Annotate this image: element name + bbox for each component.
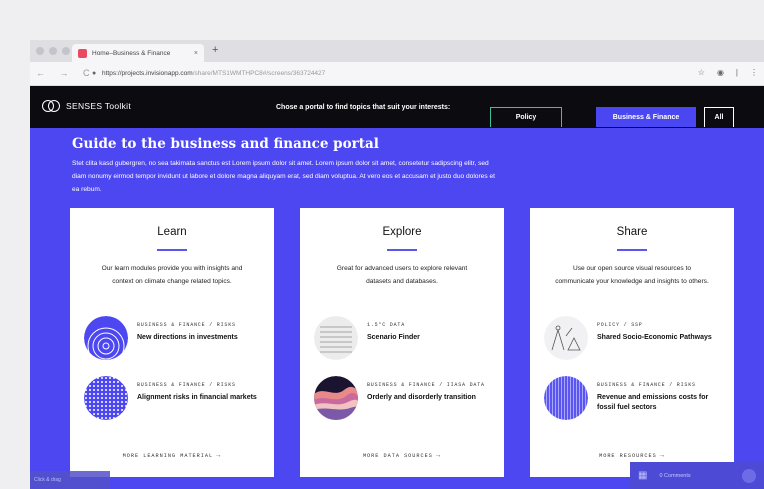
address-bar: ← → C ● https://projects.invisionapp.com… [30,62,764,86]
arrow-right-icon: → [216,452,222,460]
vertical-bars-thumbnail [544,376,588,420]
list-item[interactable]: BUSINESS & FINANCE / RISKS New direction… [84,316,264,362]
tab-title: Home–Business & Finance [92,49,171,57]
browser-toolbar-icons: ☆ ◉ | ⋮ [698,68,758,77]
item-category: BUSINESS & FINANCE / RISKS [137,382,236,388]
intro-text: Stet clita kasd gubergren, no sea takima… [72,160,495,193]
list-item[interactable]: BUSINESS & FINANCE / RISKS Revenue and e… [544,376,724,422]
extension-icon[interactable]: ◉ [717,68,724,77]
arrow-right-icon: → [659,452,665,460]
item-category: 1.5°C DATA [367,322,406,328]
card-description: Our learn modules provide you with insig… [101,265,243,285]
item-category: BUSINESS & FINANCE / IIASA DATA [367,382,485,388]
scenario-table-thumbnail [314,316,358,360]
more-label: MORE DATA SOURCES [362,453,433,459]
more-resources-link[interactable]: MORE RESOURCES → [530,452,734,460]
list-item[interactable]: 1.5°C DATA Scenario Finder [314,316,494,362]
hero-section: Guide to the business and finance portal… [30,128,764,489]
url-field[interactable]: https://projects.invisionapp.com/share/M… [102,70,325,77]
item-name: Shared Socio-Economic Pathways [597,334,712,341]
title-divider [157,249,187,251]
star-icon[interactable]: ☆ [698,68,705,77]
portal-policy-button[interactable]: Policy [490,107,562,127]
senses-logo-icon [42,98,60,114]
item-name: Orderly and disorderly transition [367,394,476,401]
radar-circles-thumbnail [84,316,128,360]
layered-waves-thumbnail [314,376,358,420]
comments-count[interactable]: 0 Comments [659,473,690,479]
url-path: /share/MTS1WMTHPC8#/screens/363724427 [192,70,326,77]
card-title: Share [616,226,648,238]
more-data-link[interactable]: MORE DATA SOURCES → [300,452,504,460]
dot-grid-thumbnail [84,376,128,420]
item-name: Scenario Finder [367,334,420,341]
portal-all-button[interactable]: All [704,107,734,127]
invision-comments-bar: ▦ 0 Comments [630,462,764,489]
logo-text: SENSES Toolkit [66,101,131,111]
item-name: New directions in investments [137,334,238,341]
lock-icon: ● [92,70,97,77]
more-learning-link[interactable]: MORE LEARNING MATERIAL → [70,452,274,460]
navigation-icons[interactable]: ← → C [36,68,96,78]
grid-icon[interactable]: ▦ [638,470,647,481]
browser-tab[interactable]: Home–Business & Finance × [72,44,204,62]
card-description: Great for advanced users to explore rele… [336,265,468,285]
learn-card: Learn Our learn modules provide you with… [70,208,274,477]
page-title: Guide to the business and finance portal [72,136,379,152]
explore-card: Explore Great for advanced users to expl… [300,208,504,477]
title-divider [617,249,647,251]
item-name: Alignment risks in financial markets [137,394,257,401]
more-label: MORE RESOURCES [599,453,657,459]
card-description: Use our open source visual resources to … [555,265,709,285]
list-item[interactable]: BUSINESS & FINANCE / IIASA DATA Orderly … [314,376,494,422]
item-name: Revenue and emissions costs for fossil f… [597,394,709,411]
pathways-illustration-thumbnail [544,316,588,360]
user-avatar-icon[interactable] [742,468,756,483]
browser-window: Home–Business & Finance × + ← → C ● http… [30,40,764,489]
invision-hint-overlay[interactable]: Click & drag [30,471,110,489]
new-tab-icon[interactable]: + [212,44,218,56]
more-label: MORE LEARNING MATERIAL [122,453,214,459]
item-category: BUSINESS & FINANCE / RISKS [597,382,696,388]
list-item[interactable]: POLICY / SSP Shared Socio-Economic Pathw… [544,316,724,362]
senses-logo[interactable]: SENSES Toolkit [42,98,131,114]
card-title: Learn [157,226,187,238]
invision-favicon-icon [78,48,87,58]
item-category: BUSINESS & FINANCE / RISKS [137,322,236,328]
portal-prompt: Chose a portal to find topics that suit … [276,104,451,111]
portal-business-finance-button[interactable]: Business & Finance [596,107,696,127]
url-host: https://projects.invisionapp.com [102,70,193,77]
card-title: Explore [382,226,422,238]
window-controls[interactable] [36,47,70,55]
share-card: Share Use our open source visual resourc… [530,208,734,477]
item-category: POLICY / SSP [597,322,643,328]
menu-icon[interactable]: ⋮ [750,68,758,77]
title-divider [387,249,417,251]
close-tab-icon[interactable]: × [194,50,198,57]
arrow-right-icon: → [435,452,442,460]
list-item[interactable]: BUSINESS & FINANCE / RISKS Alignment ris… [84,376,264,422]
tab-bar: Home–Business & Finance × + [30,40,764,62]
divider-icon: | [735,68,738,77]
